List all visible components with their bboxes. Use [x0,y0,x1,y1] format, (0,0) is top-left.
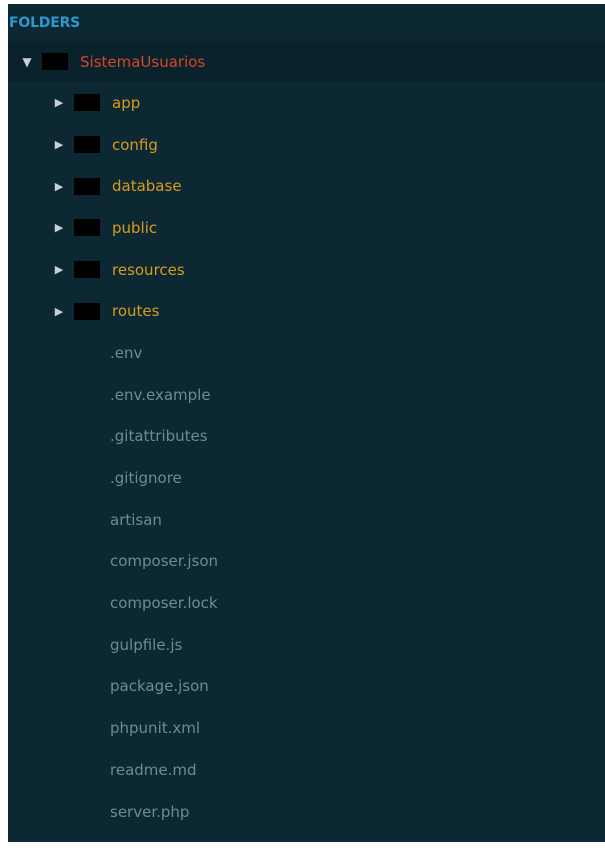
sidebar-folders-panel: FOLDERS ▼ SistemaUsuarios ▶ app ▶ config… [8,4,605,842]
tree-item-file[interactable]: .gitignore [8,457,605,499]
file-label: .gitignore [110,469,182,488]
file-label: artisan [110,510,162,529]
tree-item-file[interactable]: composer.json [8,541,605,583]
file-label: package.json [110,677,209,696]
root-folder-label: SistemaUsuarios [80,52,206,71]
expand-arrow-icon[interactable]: ▼ [20,55,34,69]
tree-item-folder[interactable]: ▶ app [8,82,605,124]
tree-item-file[interactable]: .gitattributes [8,416,605,458]
folder-icon [74,219,100,237]
collapse-arrow-icon[interactable]: ▶ [52,96,66,109]
collapse-arrow-icon[interactable]: ▶ [52,221,66,234]
tree-item-folder[interactable]: ▶ config [8,124,605,166]
folder-label: database [112,177,182,196]
file-label: readme.md [110,760,197,779]
folder-icon [74,94,100,112]
tree-item-folder[interactable]: ▶ public [8,207,605,249]
collapse-arrow-icon[interactable]: ▶ [52,138,66,151]
folder-label: routes [112,302,160,321]
file-label: composer.json [110,552,219,571]
tree-item-file[interactable]: package.json [8,666,605,708]
collapse-arrow-icon[interactable]: ▶ [52,180,66,193]
tree-item-file[interactable]: gulpfile.js [8,624,605,666]
folder-icon [74,261,100,279]
file-label: server.php [110,802,190,821]
folder-label: resources [112,260,185,279]
tree-item-file[interactable]: readme.md [8,749,605,791]
folders-header: FOLDERS [8,4,605,41]
folder-icon [74,302,100,320]
folder-label: public [112,218,158,237]
tree-item-file[interactable]: artisan [8,499,605,541]
tree-item-root-folder[interactable]: ▼ SistemaUsuarios [8,41,605,82]
folder-icon [42,53,68,70]
file-label: .env.example [110,385,211,404]
file-label: phpunit.xml [110,719,201,738]
tree-item-folder[interactable]: ▶ resources [8,249,605,291]
tree-item-file[interactable]: phpunit.xml [8,707,605,749]
tree-item-file[interactable]: composer.lock [8,582,605,624]
file-label: composer.lock [110,594,218,613]
file-label: .env [110,343,143,362]
file-list: .env .env.example .gitattributes .gitign… [8,332,605,832]
folder-icon [74,177,100,195]
folder-icon [74,136,100,154]
tree-item-file[interactable]: server.php [8,791,605,833]
collapse-arrow-icon[interactable]: ▶ [52,263,66,276]
tree-item-folder[interactable]: ▶ database [8,165,605,207]
file-label: .gitattributes [110,427,208,446]
tree-item-file[interactable]: .env.example [8,374,605,416]
folder-label: app [112,93,141,112]
tree-item-folder[interactable]: ▶ routes [8,290,605,332]
folder-list: ▶ app ▶ config ▶ database ▶ public ▶ res… [8,82,605,332]
tree-item-file[interactable]: .env [8,332,605,374]
folders-header-label: FOLDERS [9,14,81,31]
folder-label: config [112,135,158,154]
collapse-arrow-icon[interactable]: ▶ [52,305,66,318]
file-label: gulpfile.js [110,635,183,654]
